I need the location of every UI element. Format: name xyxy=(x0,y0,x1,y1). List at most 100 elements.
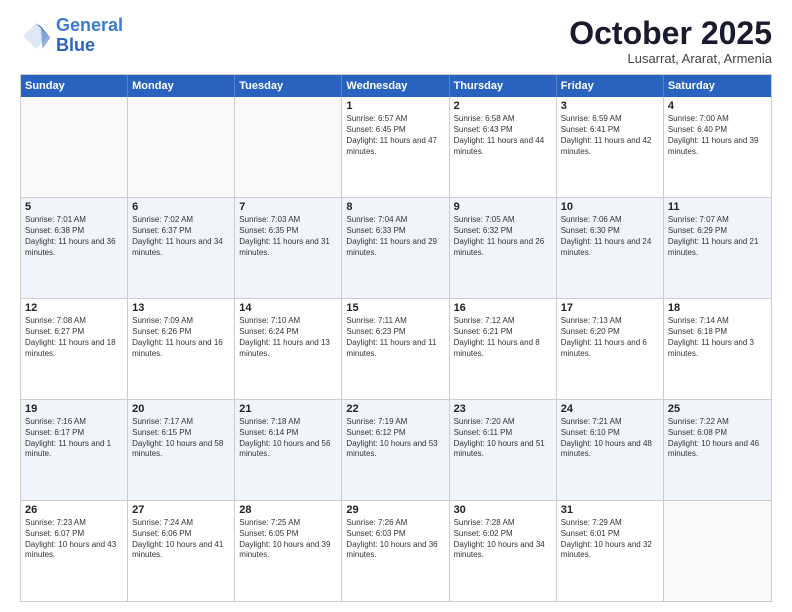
day-info: Sunrise: 7:09 AM Sunset: 6:26 PM Dayligh… xyxy=(132,316,230,359)
day-info: Sunrise: 7:28 AM Sunset: 6:02 PM Dayligh… xyxy=(454,518,552,561)
day-info: Sunrise: 7:14 AM Sunset: 6:18 PM Dayligh… xyxy=(668,316,767,359)
day-info: Sunrise: 7:24 AM Sunset: 6:06 PM Dayligh… xyxy=(132,518,230,561)
cal-cell-r1-c3: 8Sunrise: 7:04 AM Sunset: 6:33 PM Daylig… xyxy=(342,198,449,298)
cal-cell-r1-c6: 11 Sunrise: 7:07 AM Sunset: 6:29 PM Dayli… xyxy=(664,198,771,298)
day-number: 2 xyxy=(454,100,552,112)
day-info: Sunrise: 7:00 AM Sunset: 6:40 PM Dayligh… xyxy=(668,114,767,157)
header-thursday: Thursday xyxy=(450,75,557,97)
cal-cell-r3-c0: 19Sunrise: 7:16 AM Sunset: 6:17 PM Dayli… xyxy=(21,400,128,500)
logo-line2: Blue xyxy=(56,35,95,55)
day-number: 12 xyxy=(25,302,123,314)
cal-cell-r3-c1: 20Sunrise: 7:17 AM Sunset: 6:15 PM Dayli… xyxy=(128,400,235,500)
cal-cell-r4-c0: 26 Sunrise: 7:23 AM Sunset: 6:07 PM Dayli… xyxy=(21,501,128,601)
day-info: Sunrise: 7:17 AM Sunset: 6:15 PM Dayligh… xyxy=(132,417,230,460)
cal-cell-r0-c1 xyxy=(128,97,235,197)
calendar-week-2: 5Sunrise: 7:01 AM Sunset: 6:38 PM Daylig… xyxy=(21,197,771,298)
cal-cell-r0-c4: 2Sunrise: 6:58 AM Sunset: 6:43 PM Daylig… xyxy=(450,97,557,197)
day-number: 3 xyxy=(561,100,659,112)
cal-cell-r2-c4: 16Sunrise: 7:12 AM Sunset: 6:21 PM Dayli… xyxy=(450,299,557,399)
day-number: 6 xyxy=(132,201,230,213)
calendar: Sunday Monday Tuesday Wednesday Thursday… xyxy=(20,74,772,602)
cal-cell-r3-c3: 22 Sunrise: 7:19 AM Sunset: 6:12 PM Dayli… xyxy=(342,400,449,500)
cal-cell-r3-c4: 23 Sunrise: 7:20 AM Sunset: 6:11 PM Dayli… xyxy=(450,400,557,500)
header-sunday: Sunday xyxy=(21,75,128,97)
day-number: 28 xyxy=(239,504,337,516)
day-info: Sunrise: 6:59 AM Sunset: 6:41 PM Dayligh… xyxy=(561,114,659,157)
day-number: 7 xyxy=(239,201,337,213)
logo-line1: General xyxy=(56,15,123,35)
day-number: 14 xyxy=(239,302,337,314)
title-block: October 2025 Lusarrat, Ararat, Armenia xyxy=(569,16,772,66)
day-number: 16 xyxy=(454,302,552,314)
subtitle: Lusarrat, Ararat, Armenia xyxy=(569,51,772,66)
cal-cell-r1-c1: 6 Sunrise: 7:02 AM Sunset: 6:37 PM Daylig… xyxy=(128,198,235,298)
header-saturday: Saturday xyxy=(664,75,771,97)
cal-cell-r0-c3: 1Sunrise: 6:57 AM Sunset: 6:45 PM Daylig… xyxy=(342,97,449,197)
day-number: 22 xyxy=(346,403,444,415)
day-number: 31 xyxy=(561,504,659,516)
day-number: 9 xyxy=(454,201,552,213)
cal-cell-r3-c5: 24Sunrise: 7:21 AM Sunset: 6:10 PM Dayli… xyxy=(557,400,664,500)
cal-cell-r0-c5: 3 Sunrise: 6:59 AM Sunset: 6:41 PM Daylig… xyxy=(557,97,664,197)
day-info: Sunrise: 7:01 AM Sunset: 6:38 PM Dayligh… xyxy=(25,215,123,258)
day-number: 21 xyxy=(239,403,337,415)
day-info: Sunrise: 7:05 AM Sunset: 6:32 PM Dayligh… xyxy=(454,215,552,258)
header-wednesday: Wednesday xyxy=(342,75,449,97)
day-info: Sunrise: 7:20 AM Sunset: 6:11 PM Dayligh… xyxy=(454,417,552,460)
day-info: Sunrise: 7:08 AM Sunset: 6:27 PM Dayligh… xyxy=(25,316,123,359)
day-info: Sunrise: 7:06 AM Sunset: 6:30 PM Dayligh… xyxy=(561,215,659,258)
header-tuesday: Tuesday xyxy=(235,75,342,97)
day-number: 11 xyxy=(668,201,767,213)
logo-text: General Blue xyxy=(56,16,123,56)
header-monday: Monday xyxy=(128,75,235,97)
day-info: Sunrise: 7:22 AM Sunset: 6:08 PM Dayligh… xyxy=(668,417,767,460)
logo-icon xyxy=(20,20,52,52)
day-number: 25 xyxy=(668,403,767,415)
calendar-header: Sunday Monday Tuesday Wednesday Thursday… xyxy=(21,75,771,97)
day-info: Sunrise: 7:02 AM Sunset: 6:37 PM Dayligh… xyxy=(132,215,230,258)
day-info: Sunrise: 7:03 AM Sunset: 6:35 PM Dayligh… xyxy=(239,215,337,258)
day-info: Sunrise: 7:07 AM Sunset: 6:29 PM Dayligh… xyxy=(668,215,767,258)
day-number: 26 xyxy=(25,504,123,516)
cal-cell-r2-c2: 14 Sunrise: 7:10 AM Sunset: 6:24 PM Dayli… xyxy=(235,299,342,399)
cal-cell-r4-c1: 27 Sunrise: 7:24 AM Sunset: 6:06 PM Dayli… xyxy=(128,501,235,601)
day-number: 13 xyxy=(132,302,230,314)
cal-cell-r4-c2: 28Sunrise: 7:25 AM Sunset: 6:05 PM Dayli… xyxy=(235,501,342,601)
day-info: Sunrise: 7:10 AM Sunset: 6:24 PM Dayligh… xyxy=(239,316,337,359)
calendar-week-4: 19Sunrise: 7:16 AM Sunset: 6:17 PM Dayli… xyxy=(21,399,771,500)
calendar-week-3: 12 Sunrise: 7:08 AM Sunset: 6:27 PM Dayli… xyxy=(21,298,771,399)
cal-cell-r2-c5: 17Sunrise: 7:13 AM Sunset: 6:20 PM Dayli… xyxy=(557,299,664,399)
day-number: 10 xyxy=(561,201,659,213)
calendar-week-1: 1Sunrise: 6:57 AM Sunset: 6:45 PM Daylig… xyxy=(21,97,771,197)
cal-cell-r0-c2 xyxy=(235,97,342,197)
day-number: 1 xyxy=(346,100,444,112)
day-number: 30 xyxy=(454,504,552,516)
cal-cell-r2-c6: 18 Sunrise: 7:14 AM Sunset: 6:18 PM Dayli… xyxy=(664,299,771,399)
day-number: 4 xyxy=(668,100,767,112)
page: General Blue October 2025 Lusarrat, Arar… xyxy=(0,0,792,612)
day-info: Sunrise: 7:13 AM Sunset: 6:20 PM Dayligh… xyxy=(561,316,659,359)
cal-cell-r2-c3: 15Sunrise: 7:11 AM Sunset: 6:23 PM Dayli… xyxy=(342,299,449,399)
day-info: Sunrise: 7:23 AM Sunset: 6:07 PM Dayligh… xyxy=(25,518,123,561)
cal-cell-r4-c5: 31Sunrise: 7:29 AM Sunset: 6:01 PM Dayli… xyxy=(557,501,664,601)
day-number: 19 xyxy=(25,403,123,415)
day-number: 27 xyxy=(132,504,230,516)
logo: General Blue xyxy=(20,16,123,56)
cal-cell-r3-c6: 25 Sunrise: 7:22 AM Sunset: 6:08 PM Dayli… xyxy=(664,400,771,500)
day-info: Sunrise: 7:18 AM Sunset: 6:14 PM Dayligh… xyxy=(239,417,337,460)
cal-cell-r4-c6 xyxy=(664,501,771,601)
calendar-week-5: 26 Sunrise: 7:23 AM Sunset: 6:07 PM Dayli… xyxy=(21,500,771,601)
cal-cell-r1-c2: 7 Sunrise: 7:03 AM Sunset: 6:35 PM Daylig… xyxy=(235,198,342,298)
day-info: Sunrise: 7:11 AM Sunset: 6:23 PM Dayligh… xyxy=(346,316,444,359)
month-title: October 2025 xyxy=(569,16,772,51)
cal-cell-r3-c2: 21 Sunrise: 7:18 AM Sunset: 6:14 PM Dayli… xyxy=(235,400,342,500)
day-number: 23 xyxy=(454,403,552,415)
cal-cell-r4-c4: 30 Sunrise: 7:28 AM Sunset: 6:02 PM Dayli… xyxy=(450,501,557,601)
day-info: Sunrise: 7:04 AM Sunset: 6:33 PM Dayligh… xyxy=(346,215,444,258)
day-number: 18 xyxy=(668,302,767,314)
cal-cell-r0-c6: 4 Sunrise: 7:00 AM Sunset: 6:40 PM Daylig… xyxy=(664,97,771,197)
day-info: Sunrise: 7:21 AM Sunset: 6:10 PM Dayligh… xyxy=(561,417,659,460)
day-info: Sunrise: 7:19 AM Sunset: 6:12 PM Dayligh… xyxy=(346,417,444,460)
cal-cell-r1-c5: 10 Sunrise: 7:06 AM Sunset: 6:30 PM Dayli… xyxy=(557,198,664,298)
day-number: 29 xyxy=(346,504,444,516)
